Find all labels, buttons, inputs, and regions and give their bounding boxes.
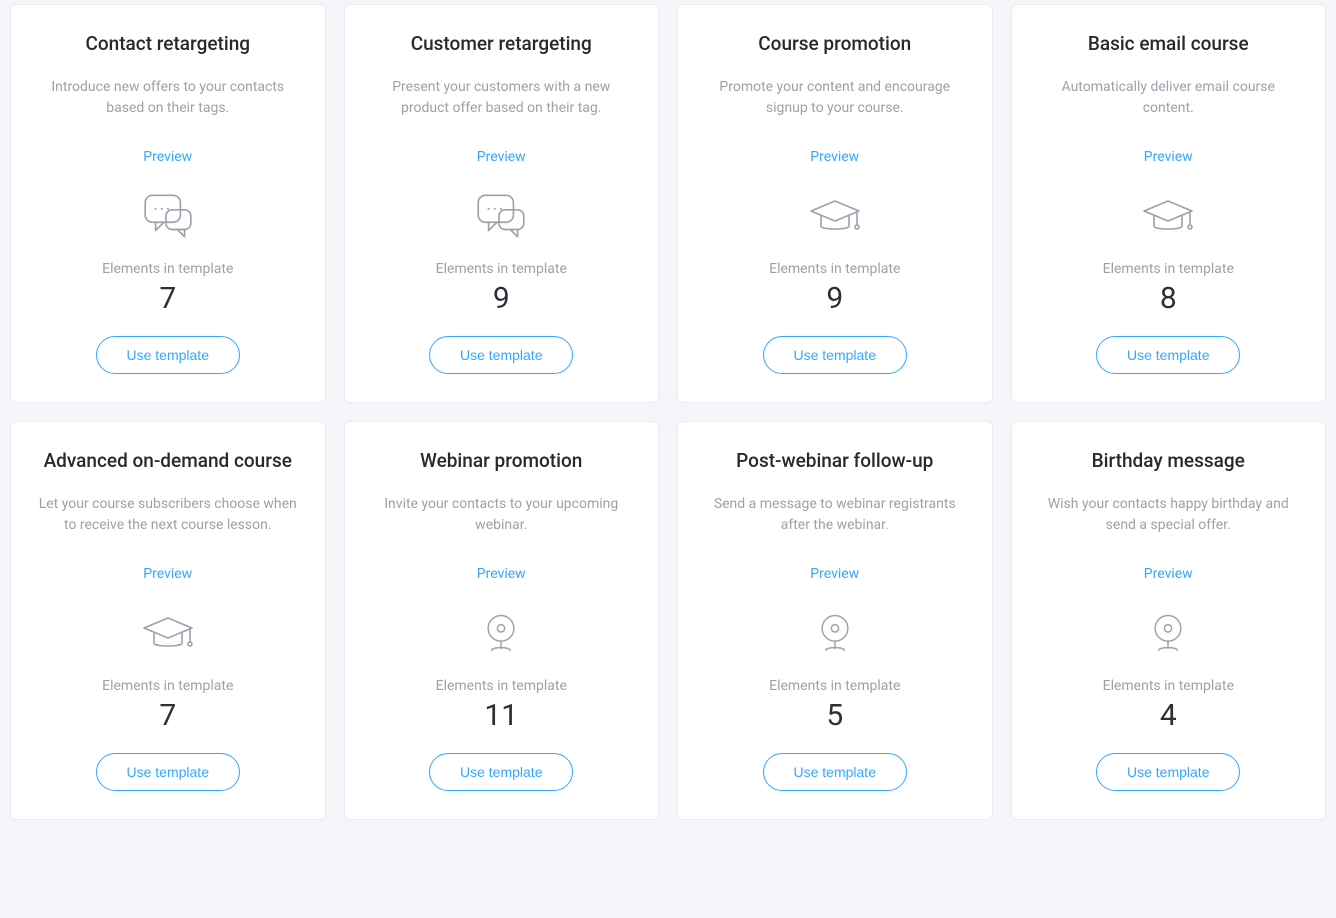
graduation-cap-icon [1140, 187, 1196, 243]
card-title: Post-webinar follow-up [736, 448, 933, 474]
preview-link[interactable]: Preview [810, 149, 859, 165]
use-template-button[interactable]: Use template [1096, 336, 1240, 374]
card-description: Introduce new offers to your contacts ba… [35, 77, 301, 119]
elements-label: Elements in template [436, 261, 567, 277]
card-title: Customer retargeting [411, 31, 592, 57]
chat-bubbles-icon [139, 187, 197, 243]
chat-bubbles-icon [472, 187, 530, 243]
card-title: Basic email course [1088, 31, 1249, 57]
preview-link[interactable]: Preview [477, 566, 526, 582]
template-card: Basic email course Automatically deliver … [1011, 4, 1327, 403]
card-title: Birthday message [1092, 448, 1245, 474]
elements-count: 9 [493, 281, 510, 316]
template-card: Post-webinar follow-up Send a message to … [677, 421, 993, 820]
card-description: Let your course subscribers choose when … [35, 494, 301, 536]
preview-link[interactable]: Preview [143, 566, 192, 582]
preview-link[interactable]: Preview [1144, 566, 1193, 582]
card-description: Automatically deliver email course conte… [1036, 77, 1302, 119]
graduation-cap-icon [140, 604, 196, 660]
use-template-button[interactable]: Use template [763, 753, 907, 791]
graduation-cap-icon [807, 187, 863, 243]
card-title: Advanced on-demand course [44, 448, 292, 474]
card-description: Present your customers with a new produc… [369, 77, 635, 119]
template-card: Customer retargeting Present your custome… [344, 4, 660, 403]
preview-link[interactable]: Preview [810, 566, 859, 582]
card-title: Course promotion [758, 31, 911, 57]
card-description: Send a message to webinar registrants af… [702, 494, 968, 536]
use-template-button[interactable]: Use template [429, 336, 573, 374]
webcam-icon [1146, 604, 1190, 660]
use-template-button[interactable]: Use template [763, 336, 907, 374]
template-card: Advanced on-demand course Let your course… [10, 421, 326, 820]
elements-label: Elements in template [436, 678, 567, 694]
card-description: Invite your contacts to your upcoming we… [369, 494, 635, 536]
preview-link[interactable]: Preview [1144, 149, 1193, 165]
elements-count: 7 [159, 698, 176, 733]
elements-label: Elements in template [769, 261, 900, 277]
template-grid: Contact retargeting Introduce new offers … [10, 4, 1326, 820]
elements-count: 5 [826, 698, 843, 733]
elements-count: 8 [1160, 281, 1177, 316]
use-template-button[interactable]: Use template [96, 753, 240, 791]
template-card: Course promotion Promote your content and… [677, 4, 993, 403]
template-card: Contact retargeting Introduce new offers … [10, 4, 326, 403]
elements-label: Elements in template [102, 678, 233, 694]
template-card: Birthday message Wish your contacts happy… [1011, 421, 1327, 820]
use-template-button[interactable]: Use template [429, 753, 573, 791]
webcam-icon [479, 604, 523, 660]
elements-count: 4 [1160, 698, 1177, 733]
elements-count: 9 [826, 281, 843, 316]
card-title: Contact retargeting [85, 31, 250, 57]
card-title: Webinar promotion [420, 448, 582, 474]
elements-count: 7 [159, 281, 176, 316]
preview-link[interactable]: Preview [477, 149, 526, 165]
use-template-button[interactable]: Use template [1096, 753, 1240, 791]
elements-label: Elements in template [102, 261, 233, 277]
template-card: Webinar promotion Invite your contacts to… [344, 421, 660, 820]
elements-label: Elements in template [1103, 261, 1234, 277]
webcam-icon [813, 604, 857, 660]
elements-count: 11 [484, 698, 518, 733]
elements-label: Elements in template [769, 678, 900, 694]
preview-link[interactable]: Preview [143, 149, 192, 165]
card-description: Promote your content and encourage signu… [702, 77, 968, 119]
card-description: Wish your contacts happy birthday and se… [1036, 494, 1302, 536]
elements-label: Elements in template [1103, 678, 1234, 694]
use-template-button[interactable]: Use template [96, 336, 240, 374]
